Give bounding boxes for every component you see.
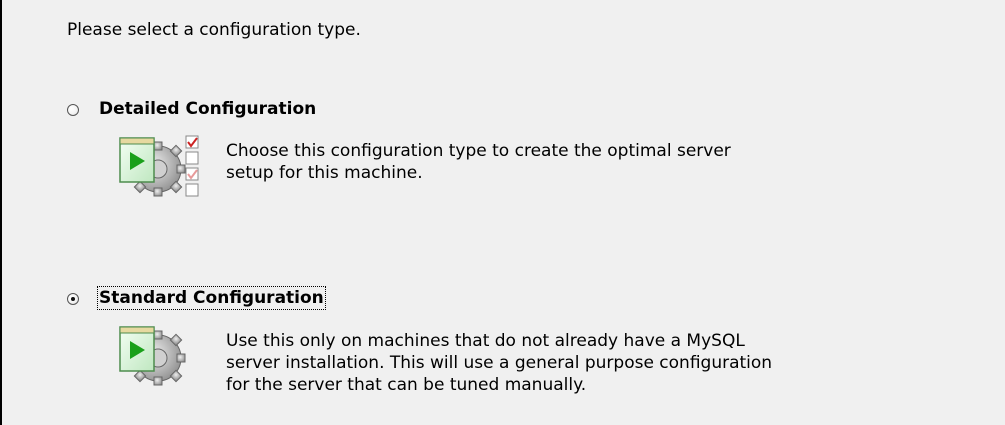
config-wizard-icon — [119, 326, 186, 386]
description-line: setup for this machine. — [226, 163, 423, 183]
config-type-prompt: Please select a configuration type. — [67, 20, 361, 40]
description-line: Choose this configuration type to create… — [226, 141, 731, 161]
description-line: Use this only on machines that do not al… — [226, 331, 745, 351]
description-line: server installation. This will use a gen… — [226, 353, 773, 373]
detailed-configuration-radio[interactable] — [67, 104, 79, 116]
standard-configuration-label[interactable]: Standard Configuration — [97, 286, 326, 310]
standard-configuration-description: Use this only on machines that do not al… — [226, 330, 772, 396]
standard-configuration-radio[interactable] — [67, 293, 79, 305]
window-left-border — [0, 0, 2, 425]
description-line: for the server that can be tuned manuall… — [226, 375, 587, 395]
config-wizard-checklist-icon — [119, 135, 199, 197]
detailed-configuration-label[interactable]: Detailed Configuration — [98, 98, 317, 120]
detailed-configuration-description: Choose this configuration type to create… — [226, 140, 731, 184]
